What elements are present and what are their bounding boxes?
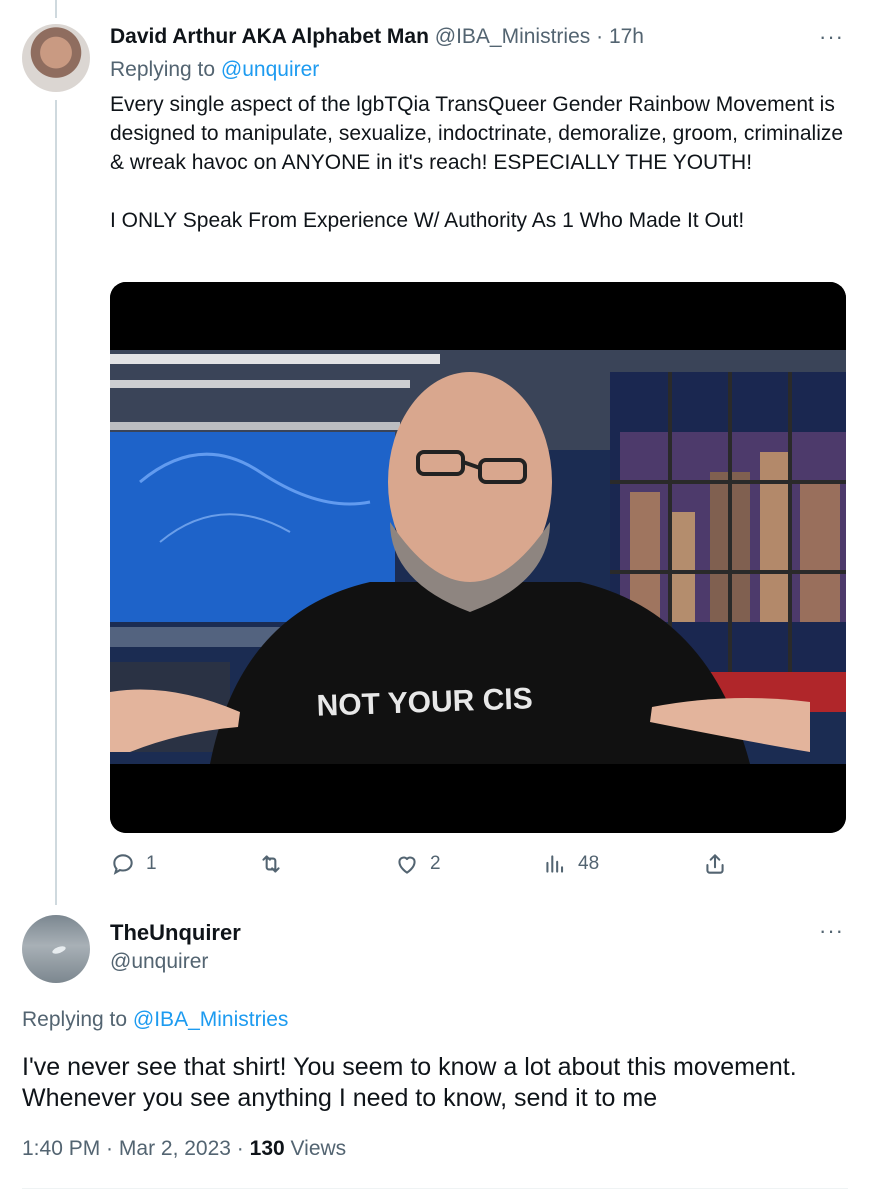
tweet-media-video[interactable]: NOT YOUR CIS	[110, 282, 846, 833]
author-avatar[interactable]	[22, 915, 90, 983]
divider	[22, 1188, 848, 1189]
author-handle[interactable]: @IBA_Ministries	[435, 25, 591, 48]
tweet-text-paragraph: Every single aspect of the lgbTQia Trans…	[110, 93, 844, 174]
author-handle[interactable]: @unquirer	[110, 950, 208, 974]
heart-icon	[398, 856, 416, 874]
meta-separator: ·	[230, 1137, 250, 1160]
views-button[interactable]: 48	[542, 851, 599, 877]
tweet-actions: 1 2 48	[110, 851, 850, 883]
views-label: Views	[284, 1137, 347, 1160]
video-frame: NOT YOUR CIS	[110, 282, 846, 833]
more-options-icon[interactable]: ···	[819, 918, 844, 944]
meta-separator: ·	[100, 1137, 119, 1160]
author-name[interactable]: David Arthur AKA Alphabet Man	[110, 25, 429, 48]
replying-mention-link[interactable]: @unquirer	[221, 58, 319, 81]
tweet-text: Every single aspect of the lgbTQia Trans…	[110, 90, 850, 235]
views-count: 48	[578, 853, 600, 874]
views-count[interactable]: 130	[250, 1137, 285, 1160]
reply-count: 1	[146, 853, 157, 874]
replying-to: Replying to @unquirer	[110, 58, 319, 82]
author-name[interactable]: TheUnquirer	[110, 920, 241, 946]
views-chart-icon	[546, 855, 564, 873]
tweet-timestamp-time[interactable]: 1:40 PM	[22, 1137, 100, 1160]
tweet-time[interactable]: 17h	[609, 25, 644, 48]
author-avatar[interactable]	[22, 24, 90, 92]
replying-prefix: Replying to	[110, 58, 221, 81]
replying-prefix: Replying to	[22, 1008, 133, 1031]
tweet-text: I've never see that shirt! You seem to k…	[22, 1053, 797, 1112]
like-button[interactable]: 2	[394, 851, 441, 877]
header-separator: ·	[590, 25, 609, 48]
tweet-header: David Arthur AKA Alphabet Man @IBA_Minis…	[110, 25, 644, 49]
share-button[interactable]	[702, 851, 728, 877]
tweet-text-paragraph: I ONLY Speak From Experience W/ Authorit…	[110, 209, 745, 232]
replying-mention-link[interactable]: @IBA_Ministries	[133, 1008, 289, 1031]
thread-connector-top	[55, 0, 57, 18]
thread-connector	[55, 100, 57, 905]
more-options-icon[interactable]: ···	[819, 24, 844, 50]
reply-button[interactable]: 1	[110, 851, 157, 877]
like-count: 2	[430, 853, 441, 874]
retweet-button[interactable]	[258, 851, 294, 877]
tweet-meta: 1:40 PM · Mar 2, 2023 · 130 Views	[22, 1137, 346, 1161]
tweet-timestamp-date[interactable]: Mar 2, 2023	[119, 1137, 231, 1160]
reply-icon	[113, 854, 133, 875]
replying-to: Replying to @IBA_Ministries	[22, 1008, 288, 1032]
retweet-icon	[262, 855, 280, 873]
share-icon	[706, 854, 724, 874]
